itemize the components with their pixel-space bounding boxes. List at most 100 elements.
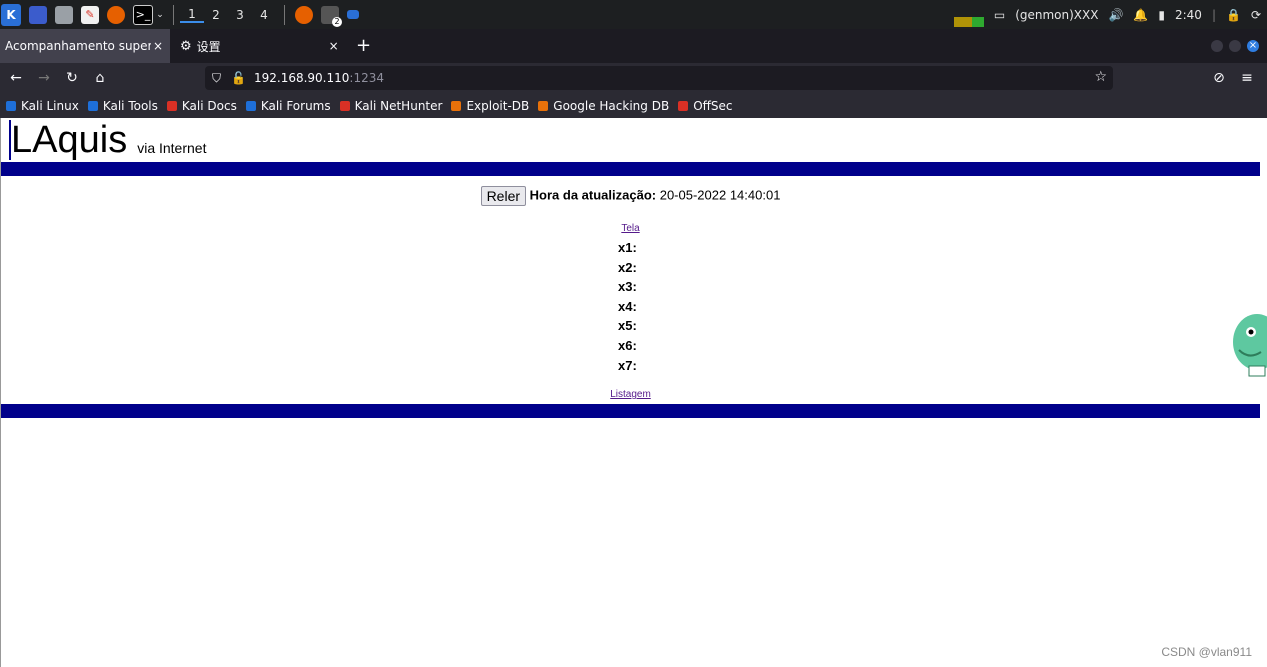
dinosaur-mascot-icon[interactable] [1231,306,1267,384]
desktop-icon[interactable] [29,5,47,24]
forward-button[interactable]: → [33,63,55,94]
clock[interactable]: 2:40 [1175,8,1202,22]
page-content: LAquis via Internet Reler Hora da atuali… [0,118,1267,667]
nav-bar: ← → ↻ ⌂ ⛉ 🔓 192.168.90.110:1234 ☆ ⊘ ≡ [0,63,1267,94]
bookmark-kali-tools[interactable]: Kali Tools [87,99,158,113]
kali-tools-icon [87,101,98,111]
logout-icon[interactable]: ⟳ [1251,8,1261,22]
bookmark-kali-linux[interactable]: Kali Linux [6,99,79,113]
bookmark-kali-nethunter[interactable]: Kali NetHunter [339,99,443,113]
notification-count: 2 [332,16,342,27]
variable-x6: x6: [618,337,637,353]
separator [284,4,285,25]
tab-settings[interactable]: ⚙ 设置 × [172,29,344,63]
cpu-graph [953,16,984,27]
menu-icon[interactable]: ≡ [1236,63,1258,94]
bookmark-label: Kali Docs [181,99,237,113]
google-hacking-db-icon [538,101,549,111]
gear-icon: ⚙ [180,38,192,54]
url-host: 192.168.90.110 [253,71,350,85]
variable-x7: x7: [618,357,637,373]
lock-icon[interactable]: 🔒 [1226,8,1241,22]
listagem-link[interactable]: Listagem [610,389,651,400]
kali-menu-icon[interactable]: K [1,3,21,26]
workspace-3[interactable]: 3 [228,8,252,22]
volume-icon[interactable]: 🔊 [1108,8,1123,22]
page-subtitle: via Internet [137,140,207,156]
variable-x4: x4: [618,298,637,314]
kali-nethunter-icon [339,101,350,111]
bookmark-label: Kali Linux [21,99,79,113]
workspace-2[interactable]: 2 [204,8,228,22]
bookmark-google-hacking-db[interactable]: Google Hacking DB [538,99,669,113]
tab-title: 设置 [196,39,221,54]
tab-acompanhamento[interactable]: Acompanhamento supervisór × [0,29,170,63]
file-manager-icon[interactable] [55,5,73,24]
tela-link[interactable]: Tela [621,223,639,234]
separator [173,4,174,25]
kali-forums-icon [245,101,256,111]
terminal-icon[interactable]: >_ [133,4,153,25]
folder-icon[interactable] [347,10,359,19]
new-tab-button[interactable]: + [356,29,371,63]
url-port: :1234 [349,71,384,85]
close-icon[interactable]: × [327,39,341,53]
bell-icon[interactable]: 🔔 [1133,8,1148,22]
window-close-button[interactable]: × [1247,40,1259,52]
text-editor-icon[interactable]: ✎ [81,5,99,24]
header-divider [1,162,1260,176]
workspace-4[interactable]: 4 [252,8,276,22]
app-window-icon[interactable]: 2 [321,5,342,27]
bookmark-kali-forums[interactable]: Kali Forums [245,99,331,113]
update-label: Hora da atualização: [529,187,657,203]
display-icon[interactable]: ▭ [994,8,1005,22]
kali-linux-icon [6,101,16,111]
bookmark-kali-docs[interactable]: Kali Docs [166,99,237,113]
genmon-label[interactable]: (genmon)XXX [1015,8,1098,22]
variable-x2: x2: [618,259,637,275]
shield-icon[interactable]: ⛉ [212,71,221,86]
firefox-icon[interactable] [107,5,125,24]
variable-x3: x3: [618,279,637,295]
reload-button[interactable]: ↻ [61,63,83,94]
bookmark-label: Exploit-DB [466,99,530,113]
update-time: 20-05-2022 14:40:01 [659,187,781,203]
pocket-icon[interactable]: ⊘ [1208,63,1230,94]
bookmark-label: OffSec [693,99,733,113]
bookmark-label: Google Hacking DB [553,99,670,113]
bookmark-label: Kali Tools [102,99,158,113]
insecure-lock-icon[interactable]: 🔓 [231,71,246,85]
taskbar: K ✎ >_ ⌄ 1 2 3 4 2 ▭ (genmon)XXX 🔊 🔔 ▮ 2… [0,0,1267,29]
minimize-button[interactable] [1211,40,1223,52]
watermark: CSDN @vlan911 [1161,645,1252,659]
url-bar[interactable]: ⛉ 🔓 192.168.90.110:1234 ☆ [205,66,1113,90]
variable-list: x1: x2: x3: x4: x5: x6: x7: [618,238,637,375]
bookmark-label: Kali Forums [260,99,331,113]
exploit-db-icon [451,101,462,111]
refresh-row: Reler Hora da atualização: 20-05-2022 14… [1,186,1260,206]
listagem-link-row: Listagem [1,382,1260,401]
tab-bar: Acompanhamento supervisór × ⚙ 设置 × [0,29,1267,63]
battery-icon[interactable]: ▮ [1158,8,1165,22]
back-button[interactable]: ← [5,63,27,94]
bookmarks-bar: Kali Linux Kali Tools Kali Docs Kali For… [0,94,1267,118]
footer-divider [1,404,1260,418]
maximize-button[interactable] [1229,40,1241,52]
tela-link-row: Tela [1,216,1260,235]
home-button[interactable]: ⌂ [89,63,111,94]
tab-title: Acompanhamento supervisór [5,39,151,53]
firefox-window-icon[interactable] [295,5,313,24]
workspace-1[interactable]: 1 [180,7,204,23]
page-title: LAquis [11,119,128,161]
variable-x1: x1: [618,240,637,255]
separator: | [1211,7,1216,22]
kali-docs-icon [166,101,177,111]
bookmark-exploit-db[interactable]: Exploit-DB [451,99,529,113]
bookmark-offsec[interactable]: OffSec [678,99,733,113]
close-icon[interactable]: × [151,39,165,53]
refresh-button[interactable]: Reler [480,186,527,206]
bookmark-label: Kali NetHunter [354,99,443,113]
variable-x5: x5: [618,318,637,334]
chevron-down-icon[interactable]: ⌄ [155,6,165,24]
bookmark-star-icon[interactable]: ☆ [1094,69,1107,85]
